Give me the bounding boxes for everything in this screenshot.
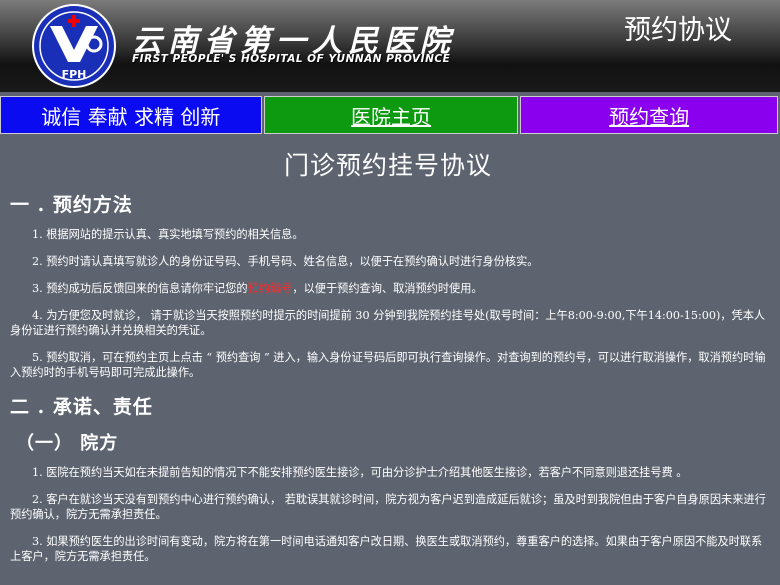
section1-item-5: 5. 预约取消，可在预约主页上点击 “ 预约查询 ” 进入，输入身份证号码后即可…: [10, 351, 766, 379]
agreement-content: 门诊预约挂号协议 一 . 预约方法 1. 根据网站的提示认真、真实地填写预约的相…: [0, 146, 780, 564]
page-title: 预约协议: [624, 15, 732, 46]
section-heading: 一 . 预约方法: [10, 194, 133, 216]
hospital-logo: FPH: [32, 4, 116, 88]
slogan-banner: 诚信 奉献 求精 创新: [0, 96, 262, 134]
logo-text: FPH: [62, 68, 87, 81]
section1-item-4: 4. 为方便您及时就诊， 请于就诊当天按照预约时提示的时间提前 30 分钟到我院…: [10, 309, 766, 337]
section2-item-3: 3. 如果预约医生的出诊时间有变动，院方将在第一时间电话通知客户改日期、换医生或…: [10, 535, 763, 563]
section1-item-3: 3. 预约成功后反馈回来的信息请你牢记您的预约编号，以便于预约查询、取消预约时使…: [10, 281, 766, 296]
nav-home-cell: 医院主页: [263, 96, 519, 134]
doc-title: 门诊预约挂号协议: [283, 151, 492, 180]
section2-item-2: 2. 客户在就诊当天没有到预约中心进行预约确认， 若耽误其就诊时间，院方视为客户…: [10, 493, 766, 521]
nav-query-cell: 预约查询: [520, 96, 778, 134]
nav-bar: 诚信 奉献 求精 创新 医院主页 预约查询: [0, 96, 780, 136]
section-heading: 二 . 承诺、责任: [10, 396, 153, 418]
item3-text-after: ，以便于预约查询、取消预约时使用。: [292, 282, 483, 295]
subsection-heading: （一） 院方: [16, 433, 119, 454]
slogan-text: 诚信 奉献 求精 创新: [41, 104, 221, 129]
home-link[interactable]: 医院主页: [351, 101, 431, 130]
item3-text-before: 3. 预约成功后反馈回来的信息请你牢记您的: [32, 282, 248, 295]
section1-item-1: 1. 根据网站的提示认真、真实地填写预约的相关信息。: [32, 228, 304, 241]
hospital-name-en: FIRST PEOPLE' S HOSPITAL OF YUNNAN PROVI…: [132, 53, 451, 65]
section2-item-1: 1. 医院在预约当天如在未提前告知的情况下不能安排预约医生接诊，可由分诊护士介绍…: [32, 466, 688, 479]
page-header: FPH 云南省第一人民医院 FIRST PEOPLE' S HOSPITAL O…: [0, 0, 780, 92]
section1-item-2: 2. 预约时请认真填写就诊人的身份证号码、手机号码、姓名信息，以便于在预约确认时…: [32, 255, 539, 268]
query-link[interactable]: 预约查询: [609, 101, 689, 130]
booking-number-highlight: 预约编号: [247, 282, 293, 295]
